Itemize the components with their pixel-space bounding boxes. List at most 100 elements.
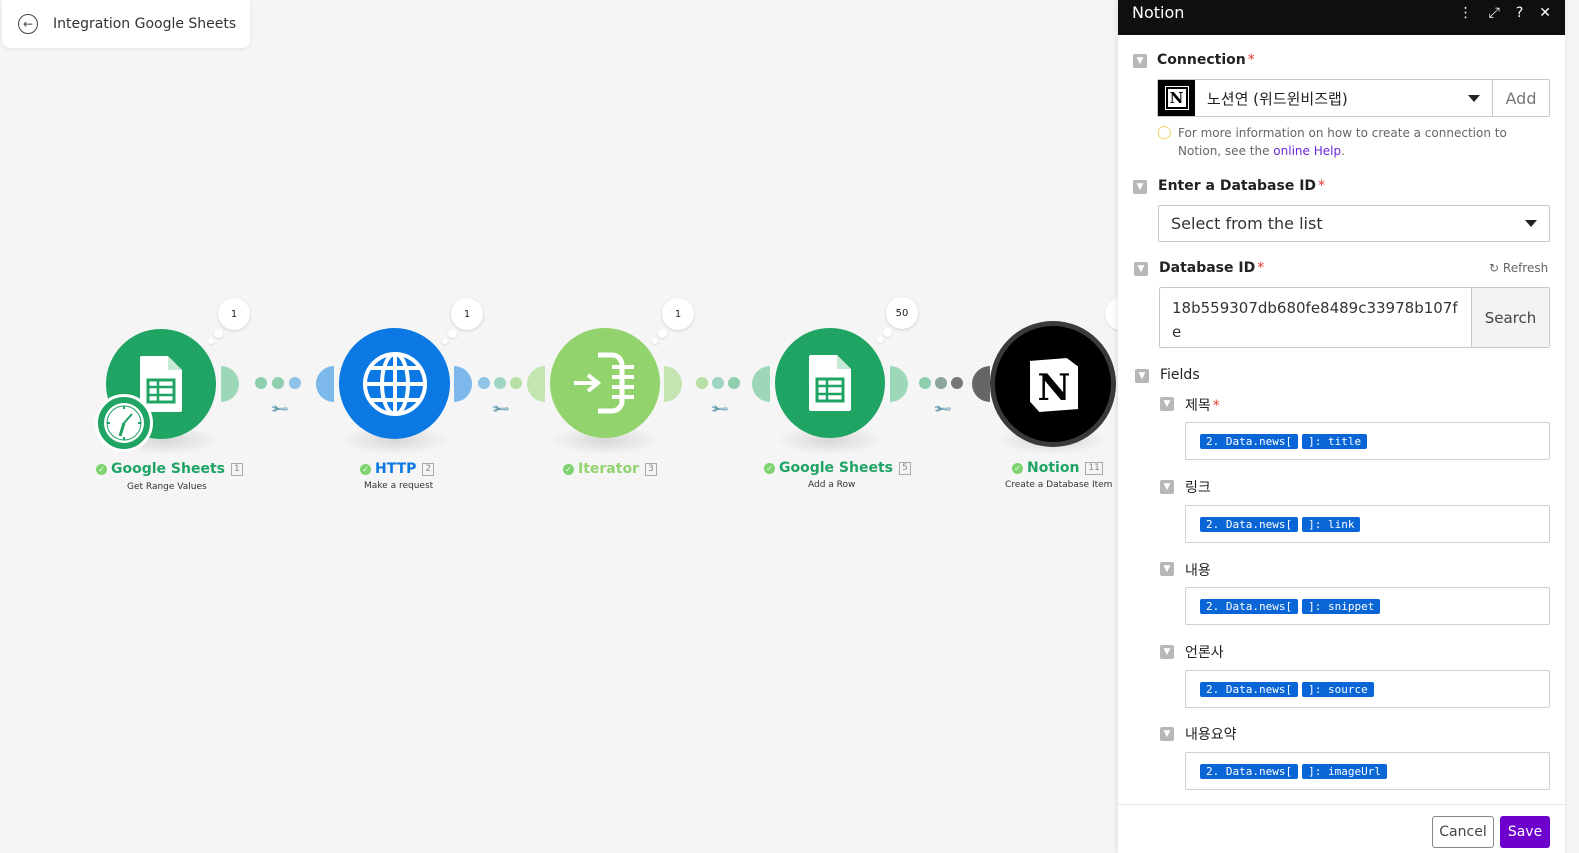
field-label: 내용 (1185, 560, 1211, 580)
fields-label: Fields (1160, 367, 1200, 383)
connection-select[interactable]: 노션연 (위드윈비즈랩) (1195, 80, 1493, 116)
notion-connection-icon: N (1158, 80, 1195, 116)
field-label: 언론사 (1185, 642, 1224, 662)
connector-in[interactable] (527, 366, 545, 402)
save-button[interactable]: Save (1500, 816, 1550, 848)
operation-count-badge[interactable]: 50 (886, 297, 918, 329)
mapping-pill[interactable]: ]: imageUrl (1302, 763, 1387, 779)
mapping-pill[interactable]: ]: source (1302, 681, 1374, 697)
field-mapping-input[interactable]: 2. Data.news[ ]: title (1185, 422, 1550, 460)
connector-out[interactable] (890, 366, 908, 402)
expand-icon[interactable]: ⤢ (1489, 5, 1500, 21)
module-name: ✓ Google Sheets 1 (96, 461, 243, 477)
add-connection-button[interactable]: Add (1493, 80, 1549, 116)
database-id-label: Database ID * (1159, 260, 1264, 276)
module-index: 1 (230, 462, 243, 476)
mapping-pill[interactable]: 2. Data.news[ (1200, 681, 1299, 697)
badge-tail-dot (208, 338, 214, 344)
connection-field[interactable]: N 노션연 (위드윈비즈랩) Add (1157, 79, 1550, 117)
database-id-field[interactable]: 18b559307db680fe8489c33978b107fe Search (1159, 287, 1550, 348)
link-dot (255, 377, 267, 389)
scenario-back-chip[interactable]: ← Integration Google Sheets (2, 0, 250, 48)
required-marker: * (1318, 178, 1326, 194)
module-iterator[interactable] (550, 328, 660, 438)
field-label: 내용요약 (1185, 724, 1237, 744)
badge-tail-dot (442, 338, 448, 344)
status-check-icon: ✓ (1012, 462, 1023, 474)
online-help-link[interactable]: online Help (1273, 144, 1341, 158)
module-name: ✓ Iterator 3 (563, 461, 657, 477)
operation-count-badge[interactable]: 1 (662, 298, 694, 330)
mapping-pill[interactable]: ]: title (1302, 433, 1368, 449)
connector-in[interactable] (316, 366, 334, 402)
help-text-end: . (1341, 144, 1345, 158)
field-label: 링크 (1185, 477, 1211, 497)
schedule-clock-icon[interactable] (95, 394, 153, 452)
field-mapping-input[interactable]: 2. Data.news[ ]: source (1185, 670, 1550, 708)
wrench-icon[interactable]: 🔧 (269, 399, 289, 419)
badge-tail-dot (883, 328, 892, 337)
collapse-toggle-field[interactable]: ▼ (1160, 562, 1174, 576)
cancel-button[interactable]: Cancel (1432, 816, 1494, 848)
close-icon[interactable]: ✕ (1539, 5, 1551, 21)
module-index: 11 (1085, 461, 1103, 475)
collapse-toggle-connection[interactable]: ▼ (1133, 54, 1147, 68)
refresh-button[interactable]: ↻ Refresh (1489, 261, 1548, 275)
mapping-pill[interactable]: 2. Data.news[ (1200, 598, 1299, 614)
module-name-text: HTTP (375, 461, 417, 477)
badge-tail-dot (448, 329, 457, 338)
required-marker: * (1247, 52, 1255, 68)
more-vertical-icon[interactable]: ⋮ (1459, 5, 1473, 21)
field-mapping-input[interactable]: 2. Data.news[ ]: snippet (1185, 587, 1550, 625)
module-google-sheets-5[interactable] (775, 328, 885, 438)
operation-count-badge[interactable]: 1 (218, 298, 250, 330)
field-label-text: 언론사 (1185, 645, 1224, 661)
field-mapping-input[interactable]: 2. Data.news[ ]: imageUrl (1185, 752, 1550, 790)
mapping-pill[interactable]: 2. Data.news[ (1200, 516, 1299, 532)
link-dot (951, 377, 963, 389)
wrench-icon[interactable]: 🔧 (932, 399, 952, 419)
panel-header: Notion ⋮ ⤢ ? ✕ (1118, 0, 1565, 35)
badge-tail-dot (214, 329, 223, 338)
collapse-toggle-database-select[interactable]: ▼ (1133, 180, 1147, 194)
collapse-toggle-field[interactable]: ▼ (1160, 645, 1174, 659)
database-id-input[interactable]: 18b559307db680fe8489c33978b107fe (1160, 288, 1471, 347)
search-button[interactable]: Search (1471, 288, 1549, 347)
database-select-label: Enter a Database ID * (1158, 178, 1325, 194)
module-index: 3 (644, 462, 657, 476)
collapse-toggle-field[interactable]: ▼ (1160, 480, 1174, 494)
link-dot (510, 377, 522, 389)
operation-count-badge[interactable]: 1 (451, 298, 483, 330)
database-select-value: Select from the list (1171, 214, 1323, 233)
database-select-dropdown[interactable]: Select from the list (1158, 205, 1550, 242)
module-notion[interactable]: N (995, 326, 1111, 442)
chevron-down-icon (1525, 220, 1537, 227)
connector-in[interactable] (752, 366, 770, 402)
mapping-pill[interactable]: 2. Data.news[ (1200, 763, 1299, 779)
mapping-pill[interactable]: 2. Data.news[ (1200, 433, 1299, 449)
status-check-icon: ✓ (96, 463, 107, 475)
field-label-text: 내용 (1185, 563, 1211, 579)
database-id-label-text: Database ID (1159, 260, 1256, 276)
module-name-text: Notion (1027, 460, 1080, 476)
connector-in[interactable] (972, 366, 990, 402)
field-mapping-input[interactable]: 2. Data.news[ ]: link (1185, 505, 1550, 543)
collapse-toggle-fields[interactable]: ▼ (1135, 369, 1149, 383)
collapse-toggle-field[interactable]: ▼ (1160, 727, 1174, 741)
wrench-icon[interactable]: 🔧 (709, 399, 729, 419)
collapse-toggle-field[interactable]: ▼ (1160, 397, 1174, 411)
panel-title: Notion (1132, 3, 1185, 22)
status-check-icon: ✓ (764, 462, 775, 474)
connector-out[interactable] (664, 366, 682, 402)
module-subtitle: Make a request (364, 481, 434, 491)
connector-out[interactable] (221, 366, 239, 402)
connector-out[interactable] (454, 366, 472, 402)
mapping-pill[interactable]: ]: link (1302, 516, 1361, 532)
mapping-pill[interactable]: ]: snippet (1302, 598, 1381, 614)
wrench-icon[interactable]: 🔧 (490, 399, 510, 419)
help-icon[interactable]: ? (1516, 5, 1523, 21)
module-name-text: Google Sheets (111, 461, 225, 477)
arrow-left-circle-icon[interactable]: ← (18, 14, 38, 34)
module-http[interactable] (339, 328, 450, 439)
collapse-toggle-database-id[interactable]: ▼ (1134, 262, 1148, 276)
